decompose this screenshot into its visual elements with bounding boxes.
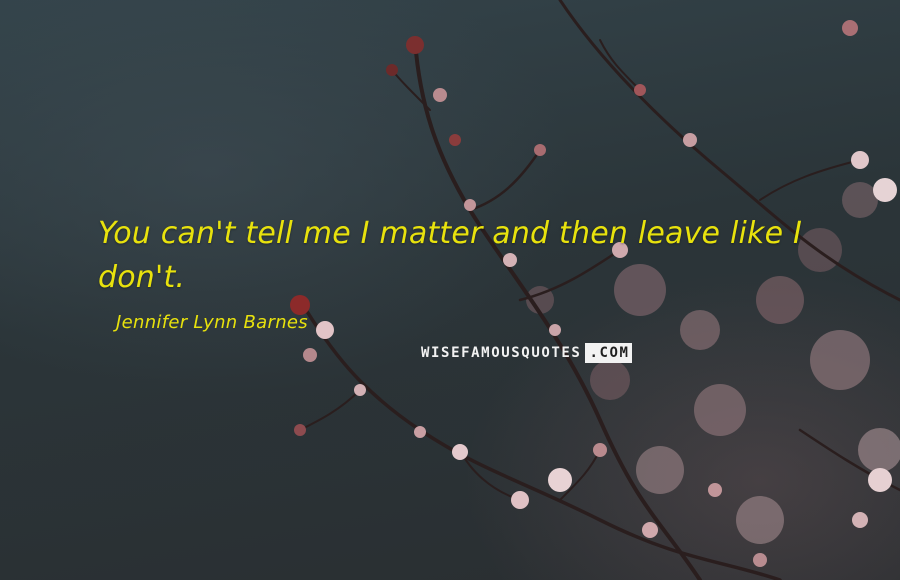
watermark-suffix: .COM: [585, 343, 632, 363]
watermark-logo: WISEFAMOUSQUOTES .COM: [419, 343, 632, 363]
author-name: Jennifer Lynn Barnes: [116, 312, 308, 333]
quote-text: You can't tell me I matter and then leav…: [98, 216, 803, 295]
quote-image: You can't tell me I matter and then leav…: [0, 0, 900, 580]
watermark-main: WISEFAMOUSQUOTES: [421, 345, 582, 361]
